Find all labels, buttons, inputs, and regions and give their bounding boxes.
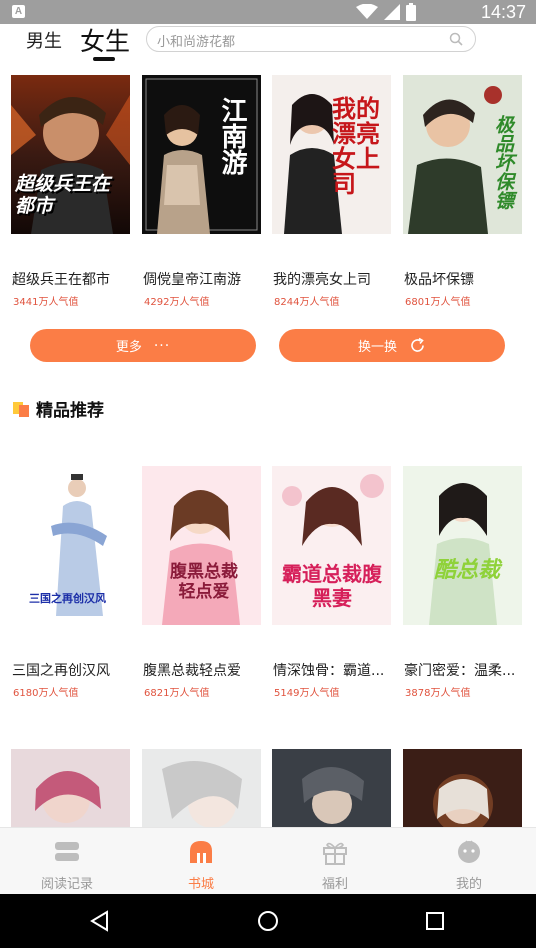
section-icon [13, 402, 29, 417]
nav-label: 福利 [321, 877, 348, 892]
book-popularity: 4292万人气值 [144, 297, 210, 308]
bookstore-icon [190, 841, 212, 863]
book-popularity: 6821万人气值 [144, 688, 210, 699]
refresh-icon [411, 337, 424, 352]
system-status-icons [356, 3, 416, 21]
refresh-button[interactable]: 换一换 [279, 329, 505, 362]
nav-reading-history[interactable]: 阅读记录 [0, 828, 134, 895]
book-title: 倜傥皇帝江南游 [143, 272, 241, 288]
section-title: 精品推荐 [36, 400, 104, 421]
book-popularity: 6180万人气值 [13, 688, 79, 699]
book-popularity: 3878万人气值 [405, 688, 471, 699]
cover-text: 江南游 [217, 97, 247, 175]
back-icon[interactable] [88, 909, 112, 933]
cover-text: 超级兵王在都市 [15, 173, 111, 217]
book-cover[interactable]: 极品坏保镖 [403, 75, 522, 234]
book-card[interactable] [403, 749, 522, 827]
book-title: 极品坏保镖 [404, 272, 474, 288]
book-cover[interactable] [403, 749, 522, 827]
signal-icon [384, 4, 400, 20]
book-cover[interactable]: 霸道总裁腹黑妻 [272, 466, 391, 625]
book-cover[interactable] [142, 749, 261, 827]
tab-male[interactable]: 男生 [26, 27, 62, 53]
nav-profile[interactable]: 我的 [402, 828, 536, 895]
gift-icon [323, 842, 347, 865]
cover-text: 我的漂亮女上司 [332, 95, 380, 198]
book-card[interactable] [272, 749, 391, 827]
wifi-icon [356, 4, 378, 19]
top-header: 男生 女生 小和尚游花都 [0, 24, 536, 68]
book-cover[interactable]: 江南游 [142, 75, 261, 234]
tab-female[interactable]: 女生 [80, 22, 130, 58]
book-title: 腹黑总裁轻点爱 [143, 663, 241, 679]
more-dots-icon: ··· [153, 337, 171, 354]
app-notification-icon: A [12, 5, 25, 18]
nav-label: 我的 [455, 877, 482, 892]
book-popularity: 6801万人气值 [405, 297, 471, 308]
home-icon[interactable] [256, 909, 280, 933]
book-cover[interactable] [11, 749, 130, 827]
cover-text: 霸道总裁腹黑妻 [282, 562, 382, 610]
book-title: 豪门密爱：温柔... [404, 663, 516, 679]
search-icon[interactable] [449, 32, 463, 46]
book-title: 三国之再创汉风 [12, 663, 110, 679]
battery-icon [406, 3, 416, 21]
cover-text: 三国之再创汉风 [29, 592, 106, 605]
nav-welfare[interactable]: 福利 [268, 828, 402, 895]
book-stack-icon [55, 842, 79, 861]
book-title: 我的漂亮女上司 [273, 272, 371, 288]
active-tab-indicator [93, 57, 115, 61]
book-cover[interactable]: 酷总裁 [403, 466, 522, 625]
book-title: 超级兵王在都市 [12, 272, 110, 288]
more-button-label: 更多 [115, 340, 142, 355]
book-popularity: 5149万人气值 [274, 688, 340, 699]
nav-label: 书城 [187, 877, 214, 892]
book-cover[interactable]: 超级兵王在都市 [11, 75, 130, 234]
search-input[interactable]: 小和尚游花都 [146, 26, 476, 52]
section-header: 精品推荐 [12, 397, 104, 421]
search-placeholder: 小和尚游花都 [157, 35, 236, 50]
book-cover[interactable]: 腹黑总裁轻点爱 [142, 466, 261, 625]
book-title: 情深蚀骨：霸道... [273, 663, 385, 679]
book-card[interactable] [11, 749, 130, 827]
book-cover[interactable]: 三国之再创汉风 [11, 466, 130, 625]
refresh-button-label: 换一换 [357, 340, 397, 355]
book-cover[interactable]: 我的漂亮女上司 [272, 75, 391, 234]
recent-apps-icon[interactable] [423, 909, 447, 933]
cover-text: 酷总裁 [433, 558, 500, 583]
more-button[interactable]: 更多 ··· [30, 329, 256, 362]
cover-text: 腹黑总裁轻点爱 [170, 562, 238, 602]
cover-text: 极品坏保镖 [492, 115, 514, 210]
system-navigation-bar [0, 894, 536, 948]
clock: 14:37 [480, 2, 526, 22]
book-popularity: 8244万人气值 [274, 297, 340, 308]
status-bar: A 14:37 [0, 0, 536, 24]
book-card[interactable] [142, 749, 261, 827]
book-cover[interactable] [272, 749, 391, 827]
book-popularity: 3441万人气值 [13, 297, 79, 308]
nav-bookstore[interactable]: 书城 [134, 828, 268, 895]
bottom-navigation: 阅读记录 书城 福利 我的 [0, 827, 536, 894]
nav-label: 阅读记录 [40, 877, 93, 892]
profile-icon [458, 840, 480, 863]
